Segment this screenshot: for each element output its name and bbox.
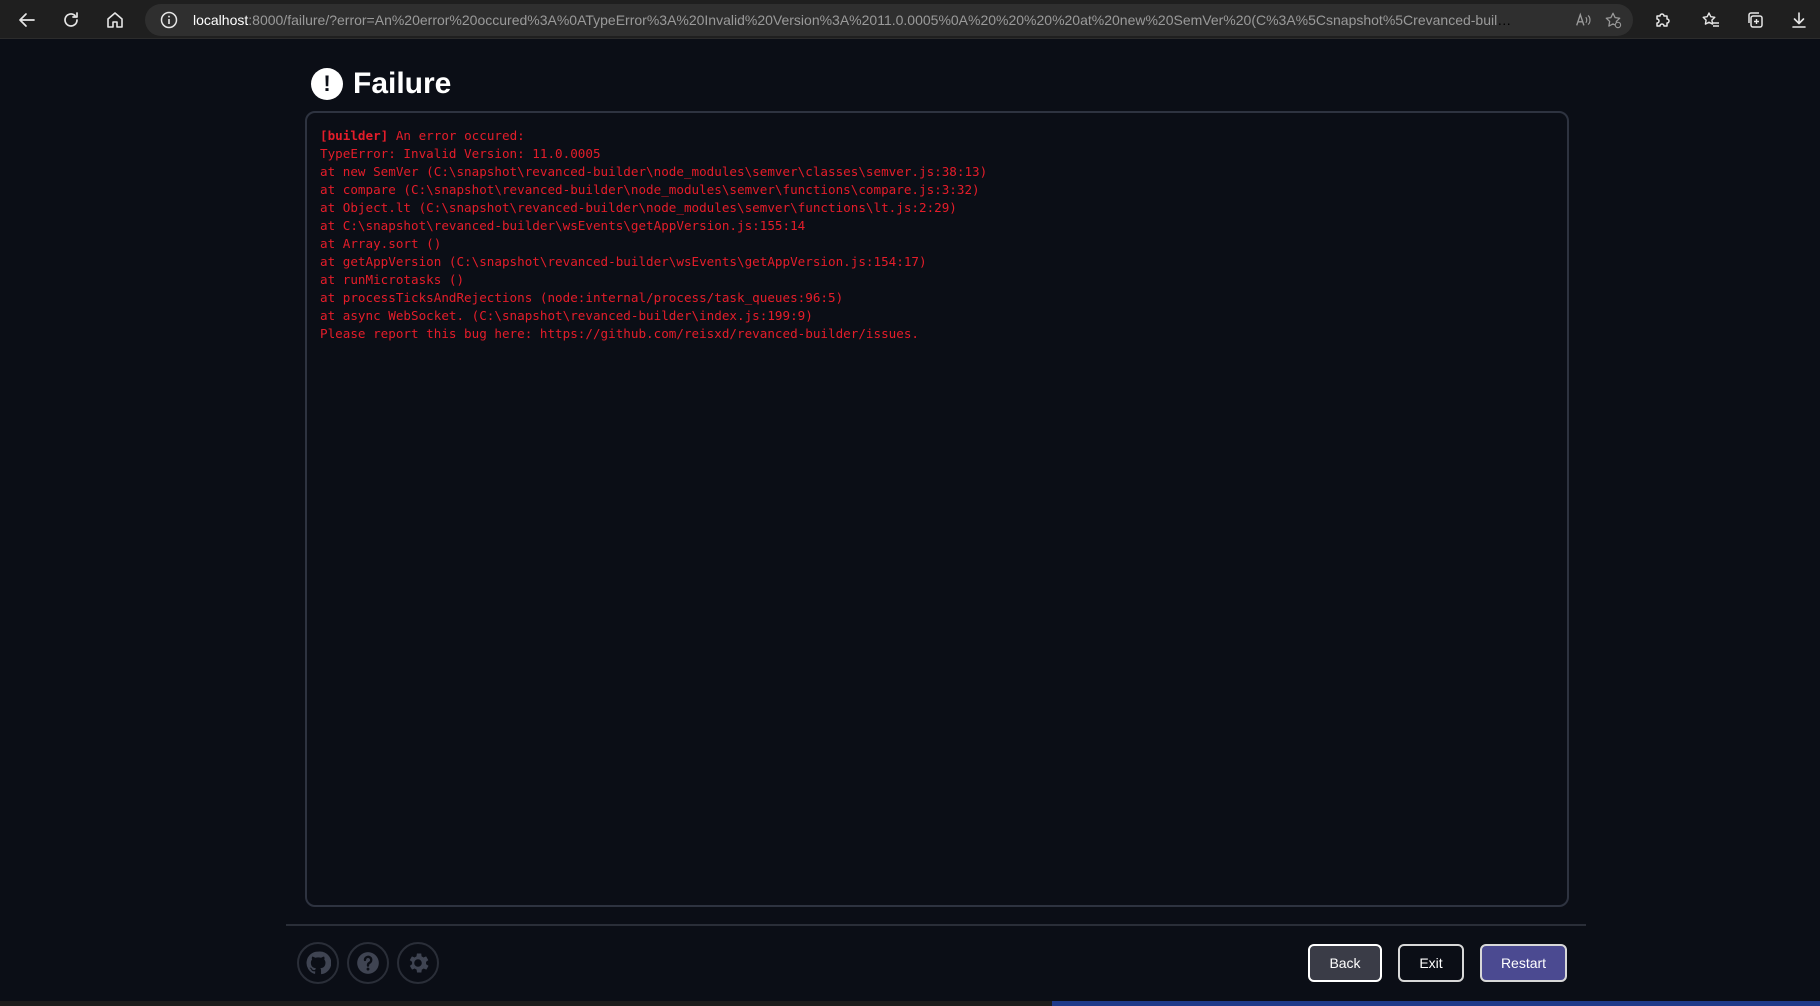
help-button[interactable]	[347, 942, 389, 984]
favorites-list-icon	[1702, 12, 1719, 27]
url-path: :8000/failure/?error=An%20error%20occure…	[248, 12, 1513, 28]
exclamation-glyph: !	[323, 71, 331, 96]
address-bar-icons	[1571, 8, 1625, 32]
star-add-icon	[1605, 12, 1622, 29]
collections-button[interactable]	[1739, 4, 1771, 36]
browser-toolbar: localhost:8000/failure/?error=An%20error…	[0, 0, 1820, 39]
log-tag: [builder]	[320, 128, 389, 143]
github-icon	[306, 951, 331, 975]
log-line: at compare (C:\snapshot\revanced-builder…	[320, 182, 980, 197]
favorites-button[interactable]	[1695, 4, 1727, 36]
footer-divider	[286, 924, 1586, 926]
page-title: Failure	[353, 67, 452, 100]
url-text[interactable]: localhost:8000/failure/?error=An%20error…	[193, 4, 1513, 36]
log-line: Please report this bug here: https://git…	[320, 326, 919, 341]
read-aloud-button[interactable]	[1571, 8, 1595, 32]
error-log-panel[interactable]: [builder] An error occured: TypeError: I…	[305, 111, 1569, 907]
home-button[interactable]	[99, 4, 131, 36]
address-bar[interactable]: localhost:8000/failure/?error=An%20error…	[145, 4, 1633, 36]
page-heading: ! Failure	[311, 64, 451, 104]
home-icon	[107, 12, 123, 28]
gear-icon	[409, 953, 429, 973]
restart-button[interactable]: Restart	[1480, 944, 1567, 982]
download-icon	[1792, 12, 1806, 28]
log-line: at getAppVersion (C:\snapshot\revanced-b…	[320, 254, 927, 269]
url-host: localhost	[193, 12, 249, 28]
extensions-button[interactable]	[1647, 4, 1679, 36]
exclamation-icon: !	[311, 68, 343, 100]
exit-button[interactable]: Exit	[1398, 944, 1464, 982]
log-line: at Array.sort ()	[320, 236, 442, 251]
log-line: at runMicrotasks ()	[320, 272, 465, 287]
log-line: at C:\snapshot\revanced-builder\wsEvents…	[320, 218, 806, 233]
taskbar-accent	[1052, 1001, 1820, 1006]
log-line: TypeError: Invalid Version: 11.0.0005	[320, 146, 601, 161]
log-line: at new SemVer (C:\snapshot\revanced-buil…	[320, 164, 988, 179]
log-line: at async WebSocket. (C:\snapshot\revance…	[320, 308, 813, 323]
puzzle-icon	[1656, 13, 1670, 27]
settings-button[interactable]	[397, 942, 439, 984]
github-button[interactable]	[297, 942, 339, 984]
collections-icon	[1748, 12, 1763, 28]
back-nav-button[interactable]	[11, 4, 43, 36]
arrow-left-icon	[19, 13, 35, 27]
back-button[interactable]: Back	[1308, 944, 1382, 982]
downloads-button[interactable]	[1783, 4, 1815, 36]
reload-button[interactable]	[55, 4, 87, 36]
info-icon[interactable]	[159, 10, 179, 30]
favorite-add-button[interactable]	[1601, 8, 1625, 32]
read-aloud-icon	[1576, 12, 1591, 26]
reload-icon	[64, 12, 78, 27]
log-line: [builder] An error occured:	[320, 127, 1554, 145]
question-icon	[357, 952, 379, 974]
log-line: at processTicksAndRejections (node:inter…	[320, 290, 844, 305]
log-first-line: An error occured:	[388, 128, 525, 143]
log-line: at Object.lt (C:\snapshot\revanced-build…	[320, 200, 957, 215]
